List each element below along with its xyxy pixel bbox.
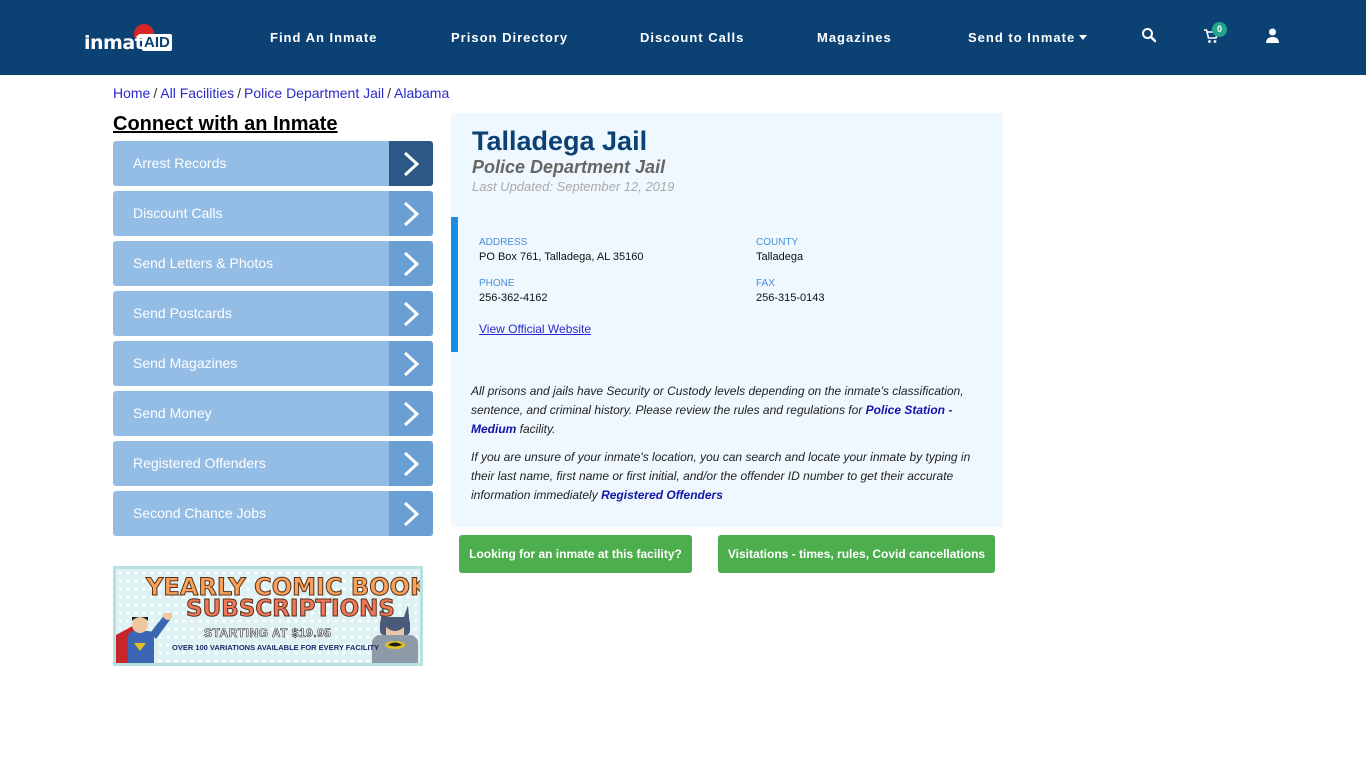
address-value: PO Box 761, Talladega, AL 35160	[479, 251, 644, 263]
breadcrumb-separator: /	[387, 85, 391, 101]
county-value: Talladega	[756, 251, 804, 263]
phone-value: 256-362-4162	[479, 292, 548, 304]
fax-label: FAX	[756, 278, 775, 289]
sidebar-item-label: Arrest Records	[133, 155, 227, 171]
facility-name: Talladega Jail	[472, 126, 648, 156]
nav-find-an-inmate[interactable]: Find An Inmate	[270, 30, 377, 45]
ad-price: STARTING AT $19.95	[204, 626, 332, 641]
security-levels-end: facility.	[516, 422, 556, 436]
facility-type: Police Department Jail	[472, 157, 666, 177]
registered-offenders-link[interactable]: Registered Offenders	[601, 488, 723, 502]
sidebar-item-discount-calls[interactable]: Discount Calls	[113, 191, 433, 236]
sidebar-item-registered-offenders[interactable]: Registered Offenders	[113, 441, 433, 486]
inmateaid-logo[interactable]: inmate AID	[84, 24, 180, 56]
user-icon[interactable]	[1266, 28, 1284, 46]
navbar: inmate AID Find An Inmate Prison Directo…	[0, 0, 1366, 75]
facility-info-panel: Talladega Jail Police Department Jail La…	[451, 113, 1003, 527]
sidebar-item-label: Send Money	[133, 405, 212, 421]
address-label: ADDRESS	[479, 237, 528, 248]
logo-aid: AID	[142, 34, 172, 51]
security-levels-paragraph: All prisons and jails have Security or C…	[471, 382, 971, 439]
sidebar-item-label: Discount Calls	[133, 205, 223, 221]
find-inmate-at-facility-button[interactable]: Looking for an inmate at this facility?	[459, 535, 692, 573]
last-updated: Last Updated: September 12, 2019	[472, 179, 675, 194]
chevron-right-icon	[389, 341, 433, 386]
county-label: COUNTY	[756, 237, 799, 248]
comic-subscription-ad[interactable]: YEARLY COMIC BOOK SUBSCRIPTIONS STARTING…	[113, 566, 423, 666]
chevron-right-icon	[389, 391, 433, 436]
ad-tagline: OVER 100 VARIATIONS AVAILABLE FOR EVERY …	[172, 643, 380, 652]
chevron-right-icon	[389, 141, 433, 186]
breadcrumb-separator: /	[237, 85, 242, 101]
sidebar-item-send-money[interactable]: Send Money	[113, 391, 433, 436]
breadcrumb-home[interactable]: Home	[113, 85, 150, 101]
sidebar-title: Connect with an Inmate	[113, 113, 338, 135]
nav-discount-calls[interactable]: Discount Calls	[640, 30, 744, 45]
nav-send-to-inmate[interactable]: Send to Inmate	[968, 30, 1088, 45]
superhero-illustration	[116, 613, 172, 663]
sidebar-item-second-chance-jobs[interactable]: Second Chance Jobs	[113, 491, 433, 536]
sidebar-item-label: Registered Offenders	[133, 455, 266, 471]
contact-details: ADDRESS PO Box 761, Talladega, AL 35160 …	[451, 217, 1003, 352]
chevron-right-icon	[389, 491, 433, 536]
chevron-right-icon	[389, 241, 433, 286]
breadcrumb-all-facilities[interactable]: All Facilities	[160, 85, 234, 101]
chevron-right-icon	[389, 291, 433, 336]
locate-inmate-paragraph: If you are unsure of your inmate's locat…	[471, 448, 971, 505]
ad-subheadline: SUBSCRIPTIONS	[186, 596, 396, 623]
nav-magazines[interactable]: Magazines	[817, 30, 892, 45]
breadcrumb-separator: /	[153, 85, 158, 101]
fax-value: 256-315-0143	[756, 292, 825, 304]
view-official-website-link[interactable]: View Official Website	[479, 322, 591, 336]
breadcrumb-police-department-jail[interactable]: Police Department Jail	[244, 85, 384, 101]
sidebar-item-label: Send Letters & Photos	[133, 255, 274, 271]
sidebar-item-label: Send Postcards	[133, 305, 232, 321]
sidebar-item-arrest-records[interactable]: Arrest Records	[113, 141, 433, 186]
sidebar-item-send-letters-photos[interactable]: Send Letters & Photos	[113, 241, 433, 286]
chevron-right-icon	[389, 441, 433, 486]
chevron-right-icon	[389, 191, 433, 236]
sidebar-item-label: Second Chance Jobs	[133, 505, 267, 521]
sidebar-item-send-postcards[interactable]: Send Postcards	[113, 291, 433, 336]
breadcrumb: Home / All Facilities / Police Department Ja…	[113, 85, 449, 101]
cart-count-badge: 0	[1212, 22, 1227, 37]
nav-send-to-inmate-label: Send to Inmate	[968, 30, 1076, 45]
visitations-button[interactable]: Visitations - times, rules, Covid cancel…	[718, 535, 995, 573]
breadcrumb-alabama[interactable]: Alabama	[394, 85, 449, 101]
sidebar-item-send-magazines[interactable]: Send Magazines	[113, 341, 433, 386]
nav-prison-directory[interactable]: Prison Directory	[451, 30, 568, 45]
sidebar-item-label: Send Magazines	[133, 355, 238, 371]
sidebar-menu: Arrest Records Discount Calls Send Lette…	[113, 141, 433, 541]
search-icon[interactable]	[1141, 27, 1159, 45]
caret-down-icon	[1079, 35, 1088, 41]
phone-label: PHONE	[479, 278, 515, 289]
